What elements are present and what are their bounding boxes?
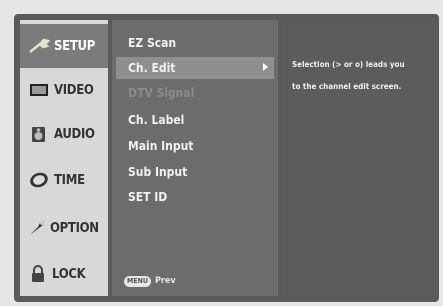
lock-icon: [32, 265, 44, 282]
tab-lock[interactable]: LOCK: [20, 252, 108, 296]
arrow-right-icon: [263, 63, 268, 71]
menu-key-icon: MENU: [124, 275, 151, 287]
tab-audio[interactable]: AUDIO: [20, 112, 108, 156]
tab-label: TIME: [54, 172, 85, 188]
menu-item-label: SET ID: [128, 190, 168, 204]
tab-column: SETUP VIDEO AUDIO TIME OPTION LOCK: [20, 20, 108, 296]
menu-item-label: Ch. Edit: [128, 61, 176, 75]
help-pane: Selection (> or o) leads you to the chan…: [282, 20, 435, 296]
tab-label: VIDEO: [54, 82, 94, 98]
menu-item-ch-edit[interactable]: Ch. Edit: [116, 57, 274, 79]
setup-menu: EZ Scan Ch. Edit DTV Signal Ch. Label Ma…: [112, 20, 278, 296]
menu-item-label: Main Input: [128, 139, 194, 153]
tab-video[interactable]: VIDEO: [20, 68, 108, 112]
menu-item-ez-scan[interactable]: EZ Scan: [116, 32, 274, 54]
menu-item-label: EZ Scan: [128, 36, 177, 50]
menu-item-sub-input[interactable]: Sub Input: [116, 161, 274, 183]
menu-item-main-input[interactable]: Main Input: [116, 135, 274, 157]
menu-item-set-id[interactable]: SET ID: [116, 186, 274, 208]
menu-item-ch-label[interactable]: Ch. Label: [116, 109, 274, 131]
help-line-1: Selection (> or o) leads you: [292, 60, 405, 69]
option-icon: [30, 221, 44, 235]
tab-option[interactable]: OPTION: [20, 206, 108, 250]
tab-label: AUDIO: [54, 126, 95, 142]
help-text: Selection (> or o) leads you to the chan…: [292, 54, 432, 98]
menu-prev-hint: MENU Prev: [124, 273, 176, 289]
help-line-2: to the channel edit screen.: [292, 82, 402, 91]
tab-label: OPTION: [50, 220, 99, 236]
tab-time[interactable]: TIME: [20, 158, 108, 202]
menu-item-label: Ch. Label: [128, 113, 185, 127]
clock-icon: [30, 172, 48, 188]
tab-label: LOCK: [52, 266, 86, 282]
tv-icon: [30, 84, 48, 96]
wrench-icon: [29, 38, 50, 53]
speaker-icon: [32, 127, 45, 142]
prev-label: Prev: [154, 276, 176, 286]
tab-label: SETUP: [54, 38, 95, 54]
menu-item-label: Sub Input: [128, 165, 188, 179]
menu-item-dtv-signal: DTV Signal: [116, 82, 274, 104]
menu-item-label: DTV Signal: [128, 86, 195, 100]
tab-setup[interactable]: SETUP: [20, 24, 108, 68]
